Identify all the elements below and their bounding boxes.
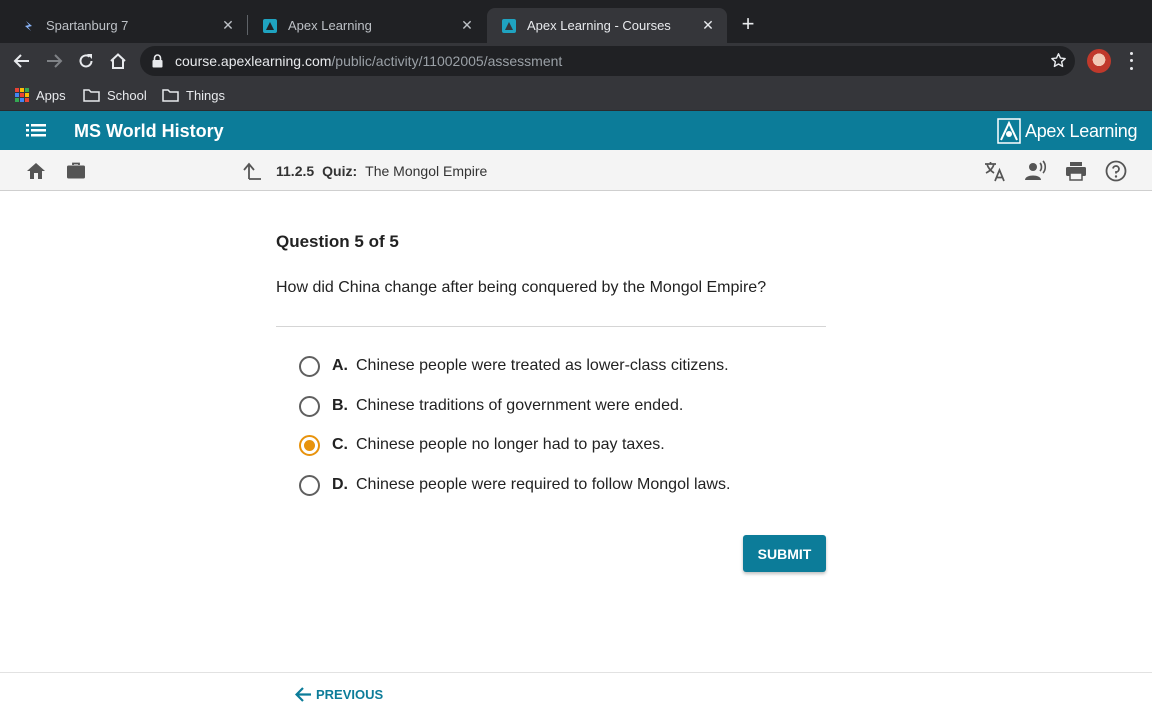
browser-toolbar: course.apexlearning.com/public/activity/… — [0, 43, 1152, 79]
reload-icon — [79, 54, 93, 68]
bookmark-label: Apps — [36, 87, 66, 103]
radio-button[interactable] — [299, 474, 320, 496]
tab-title: Apex Learning — [288, 18, 372, 33]
bookmark-folder-school[interactable]: School — [83, 85, 147, 105]
folder-icon — [83, 89, 100, 102]
course-title: MS World History — [74, 121, 224, 141]
answer-choice-b[interactable]: B. Chinese traditions of government were… — [299, 394, 683, 418]
back-button[interactable] — [10, 49, 34, 73]
arrow-right-icon — [47, 54, 63, 68]
course-menu-icon[interactable] — [26, 123, 46, 138]
answer-choice-c[interactable]: C. Chinese people no longer had to pay t… — [299, 433, 665, 457]
up-level-button[interactable] — [241, 160, 263, 182]
tab-close-icon[interactable]: ✕ — [219, 17, 237, 35]
tab-title: Apex Learning - Courses — [527, 18, 671, 33]
reload-button[interactable] — [74, 49, 98, 73]
choice-text: Chinese traditions of government were en… — [356, 397, 684, 414]
activity-title: The Mongol Empire — [365, 163, 488, 179]
course-header: MS World History Apex Learning — [0, 111, 1152, 150]
arrow-left-icon — [13, 54, 29, 68]
url-host: course.apexlearning.com — [175, 53, 332, 69]
radio-button[interactable] — [299, 395, 320, 417]
tab-close-icon[interactable]: ✕ — [699, 17, 717, 35]
spartanburg-favicon-icon — [22, 19, 36, 33]
activity-toolbar: 11.2.5 Quiz: The Mongol Empire — [0, 150, 1152, 191]
lock-icon — [152, 54, 166, 68]
read-aloud-button[interactable] — [1025, 160, 1047, 182]
speaker-person-icon — [1025, 160, 1047, 180]
bookmark-apps[interactable]: Apps — [15, 85, 66, 105]
radio-button[interactable] — [299, 355, 320, 377]
help-button[interactable] — [1105, 160, 1127, 182]
home-icon — [27, 163, 45, 179]
bookmark-folder-things[interactable]: Things — [162, 85, 225, 105]
apex-favicon-icon — [501, 18, 517, 34]
activity-footer: PREVIOUS — [0, 672, 1152, 720]
choice-text: Chinese people no longer had to pay taxe… — [356, 436, 665, 453]
activity-number: 11.2.5 — [276, 163, 315, 179]
answer-choice-a[interactable]: A. Chinese people were treated as lower-… — [299, 354, 729, 378]
answer-choice-d[interactable]: D. Chinese people were required to follo… — [299, 473, 730, 497]
briefcase-button[interactable] — [65, 160, 87, 182]
bookmark-label: School — [107, 87, 147, 103]
apex-favicon-icon — [262, 18, 278, 34]
bookmark-star-icon[interactable] — [1050, 52, 1067, 74]
previous-button[interactable]: PREVIOUS — [295, 687, 383, 702]
apex-logo-icon — [997, 118, 1021, 144]
choice-text: Chinese people were treated as lower-cla… — [356, 357, 729, 374]
radio-button-selected[interactable] — [299, 434, 320, 456]
bookmark-label: Things — [186, 87, 226, 103]
choice-text: Chinese people were required to follow M… — [356, 476, 731, 493]
tab-title: Spartanburg 7 — [46, 18, 129, 33]
choice-letter: D. — [332, 476, 348, 493]
profile-avatar[interactable] — [1087, 49, 1111, 73]
translate-button[interactable] — [984, 160, 1006, 182]
folder-icon — [162, 89, 179, 102]
arrow-left-icon — [295, 687, 311, 702]
arrow-up-left-icon — [243, 162, 261, 180]
choice-letter: B. — [332, 397, 348, 414]
tab-apex-courses[interactable]: Apex Learning - Courses ✕ — [487, 8, 727, 43]
apex-learning-logo: Apex Learning — [997, 118, 1137, 144]
previous-label: PREVIOUS — [316, 687, 384, 702]
home-button[interactable] — [25, 160, 47, 182]
forward-button[interactable] — [42, 49, 66, 73]
divider — [276, 326, 826, 327]
url-path: /public/activity/11002005/assessment — [331, 53, 563, 69]
choice-letter: C. — [332, 436, 348, 453]
translate-icon — [985, 162, 1005, 182]
apps-grid-icon — [15, 88, 29, 102]
bookmarks-bar: Apps School Things — [0, 79, 1152, 111]
tab-spartanburg[interactable]: Spartanburg 7 ✕ — [8, 8, 247, 43]
question-prompt: How did China change after being conquer… — [276, 279, 767, 296]
brand-name: Apex Learning — [1025, 120, 1138, 141]
print-button[interactable] — [1065, 160, 1087, 182]
breadcrumb: 11.2.5 Quiz: The Mongol Empire — [276, 163, 487, 179]
tab-close-icon[interactable]: ✕ — [458, 17, 476, 35]
briefcase-icon — [67, 162, 85, 179]
question-heading: Question 5 of 5 — [276, 232, 399, 251]
home-outline-icon — [110, 53, 126, 69]
url-text: course.apexlearning.com/public/activity/… — [175, 53, 562, 69]
submit-button[interactable]: SUBMIT — [743, 535, 826, 572]
home-button[interactable] — [106, 49, 130, 73]
tab-apex-learning[interactable]: Apex Learning ✕ — [248, 8, 486, 43]
browser-menu-icon[interactable] — [1124, 50, 1138, 72]
printer-icon — [1066, 162, 1086, 181]
help-circle-icon — [1105, 160, 1127, 182]
choice-letter: A. — [332, 357, 348, 374]
address-bar[interactable]: course.apexlearning.com/public/activity/… — [140, 46, 1075, 76]
activity-type: Quiz: — [322, 163, 358, 179]
new-tab-button[interactable]: + — [737, 13, 759, 35]
browser-tabstrip: Spartanburg 7 ✕ Apex Learning ✕ Apex Lea… — [0, 0, 1152, 43]
